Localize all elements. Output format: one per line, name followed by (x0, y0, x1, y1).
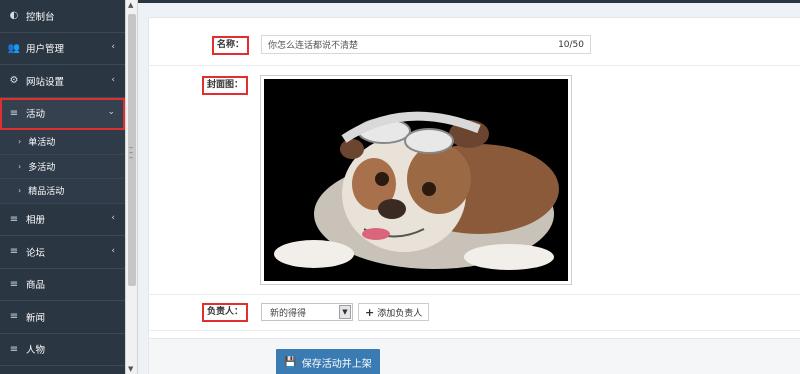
cogs-icon: ⚙ (9, 75, 19, 87)
cover-image[interactable] (264, 79, 568, 281)
sidebar-item-album[interactable]: ≡ 相册 ‹ (0, 204, 125, 236)
sidebar-item-label: 活动 (26, 109, 46, 121)
form-row-owner: 负责人： 新的得得 ▼ + 添加负责人 (149, 295, 800, 331)
floppy-disk-icon: 💾 (284, 356, 297, 368)
list-icon: ≡ (9, 278, 19, 290)
sidebar-item-label: 控制台 (26, 11, 55, 23)
name-input-value: 你怎么连话都说不清楚 (268, 41, 359, 51)
sidebar-item-activities[interactable]: ≡ 活动 ⌄ (0, 97, 125, 130)
sidebar-subitem-multi-activity[interactable]: › 多活动 (0, 155, 125, 179)
owner-label: 负责人： (202, 303, 249, 322)
dashboard-icon: ◐ (9, 10, 19, 22)
cover-image-frame[interactable] (260, 75, 572, 285)
list-icon: ≡ (9, 213, 19, 225)
sidebar-item-label: 论坛 (26, 247, 46, 259)
sidebar-subitem-label: 多活动 (28, 162, 56, 173)
bulldog-image (264, 79, 568, 281)
sidebar-subitem-label: 单活动 (28, 138, 56, 149)
form-footer: 💾 保存活动并上架 (149, 338, 800, 374)
sidebar-subitem-label: 精品活动 (28, 187, 65, 198)
save-and-publish-button[interactable]: 💾 保存活动并上架 (276, 349, 380, 374)
sidebar-item-label: 网站设置 (26, 76, 65, 88)
owner-select-value: 新的得得 (270, 308, 307, 319)
main-content: 名称： 你怎么连话都说不清楚 10/50 封面图： 负责人： 新的得得 ▼ + … (138, 3, 800, 374)
save-button-label: 保存活动并上架 (301, 358, 372, 370)
sidebar: ◐ 控制台 👥 用户管理 ‹ ⚙ 网站设置 ‹ ≡ 活动 ⌄ › 单活动 › 多… (0, 0, 125, 374)
sidebar-scrollbar[interactable]: ▲ – – – ▼ (125, 0, 138, 374)
list-icon: ≡ (9, 311, 19, 323)
chevron-right-icon: › (18, 137, 22, 147)
sidebar-item-label: 新闻 (26, 312, 46, 324)
sidebar-item-forum[interactable]: ≡ 论坛 ‹ (0, 236, 125, 269)
sidebar-item-site-settings[interactable]: ⚙ 网站设置 ‹ (0, 65, 125, 98)
list-icon: ≡ (9, 107, 19, 119)
sidebar-item-people[interactable]: ≡ 人物 (0, 334, 125, 366)
cover-label: 封面图： (202, 76, 249, 95)
splitter-grip-icon[interactable]: – – – (129, 144, 133, 162)
owner-select[interactable]: 新的得得 ▼ (261, 303, 353, 321)
plus-icon: + (365, 305, 375, 319)
sidebar-item-label: 相册 (26, 215, 46, 227)
chevron-right-icon: › (18, 161, 22, 171)
sidebar-item-label: 用户管理 (26, 44, 65, 56)
scroll-down-icon[interactable]: ▼ (128, 365, 133, 373)
name-label: 名称： (212, 36, 250, 55)
list-icon: ≡ (9, 343, 19, 355)
sidebar-item-label: 商品 (26, 280, 46, 292)
add-owner-label: 添加负责人 (377, 308, 423, 319)
list-icon: ≡ (9, 246, 19, 258)
sidebar-item-user-management[interactable]: 👥 用户管理 ‹ (0, 33, 125, 65)
chevron-right-icon: › (18, 186, 22, 196)
chevron-down-icon: ⌄ (107, 107, 115, 118)
scroll-up-icon[interactable]: ▲ (128, 1, 133, 9)
chevron-left-icon: ‹ (111, 213, 115, 224)
chevron-left-icon: ‹ (111, 42, 115, 53)
chevron-left-icon: ‹ (111, 74, 115, 85)
form-row-name: 名称： 你怎么连话都说不清楚 10/50 (149, 18, 800, 66)
name-input[interactable]: 你怎么连话都说不清楚 10/50 (261, 35, 591, 54)
sidebar-item-label: 人物 (26, 345, 46, 357)
name-char-counter: 10/50 (558, 39, 584, 50)
users-icon: 👥 (7, 42, 21, 54)
caret-down-icon[interactable]: ▼ (339, 305, 351, 319)
sidebar-subitem-featured-activity[interactable]: › 精品活动 (0, 179, 125, 204)
chevron-left-icon: ‹ (111, 245, 115, 256)
sidebar-subitem-single-activity[interactable]: › 单活动 (0, 130, 125, 155)
sidebar-item-products[interactable]: ≡ 商品 (0, 269, 125, 301)
activity-form: 名称： 你怎么连话都说不清楚 10/50 封面图： 负责人： 新的得得 ▼ + … (148, 17, 800, 374)
sidebar-item-dashboard[interactable]: ◐ 控制台 (0, 0, 125, 33)
sidebar-submenu-activities: › 单活动 › 多活动 › 精品活动 (0, 130, 125, 204)
sidebar-item-news[interactable]: ≡ 新闻 (0, 301, 125, 334)
add-owner-button[interactable]: + 添加负责人 (358, 303, 430, 321)
